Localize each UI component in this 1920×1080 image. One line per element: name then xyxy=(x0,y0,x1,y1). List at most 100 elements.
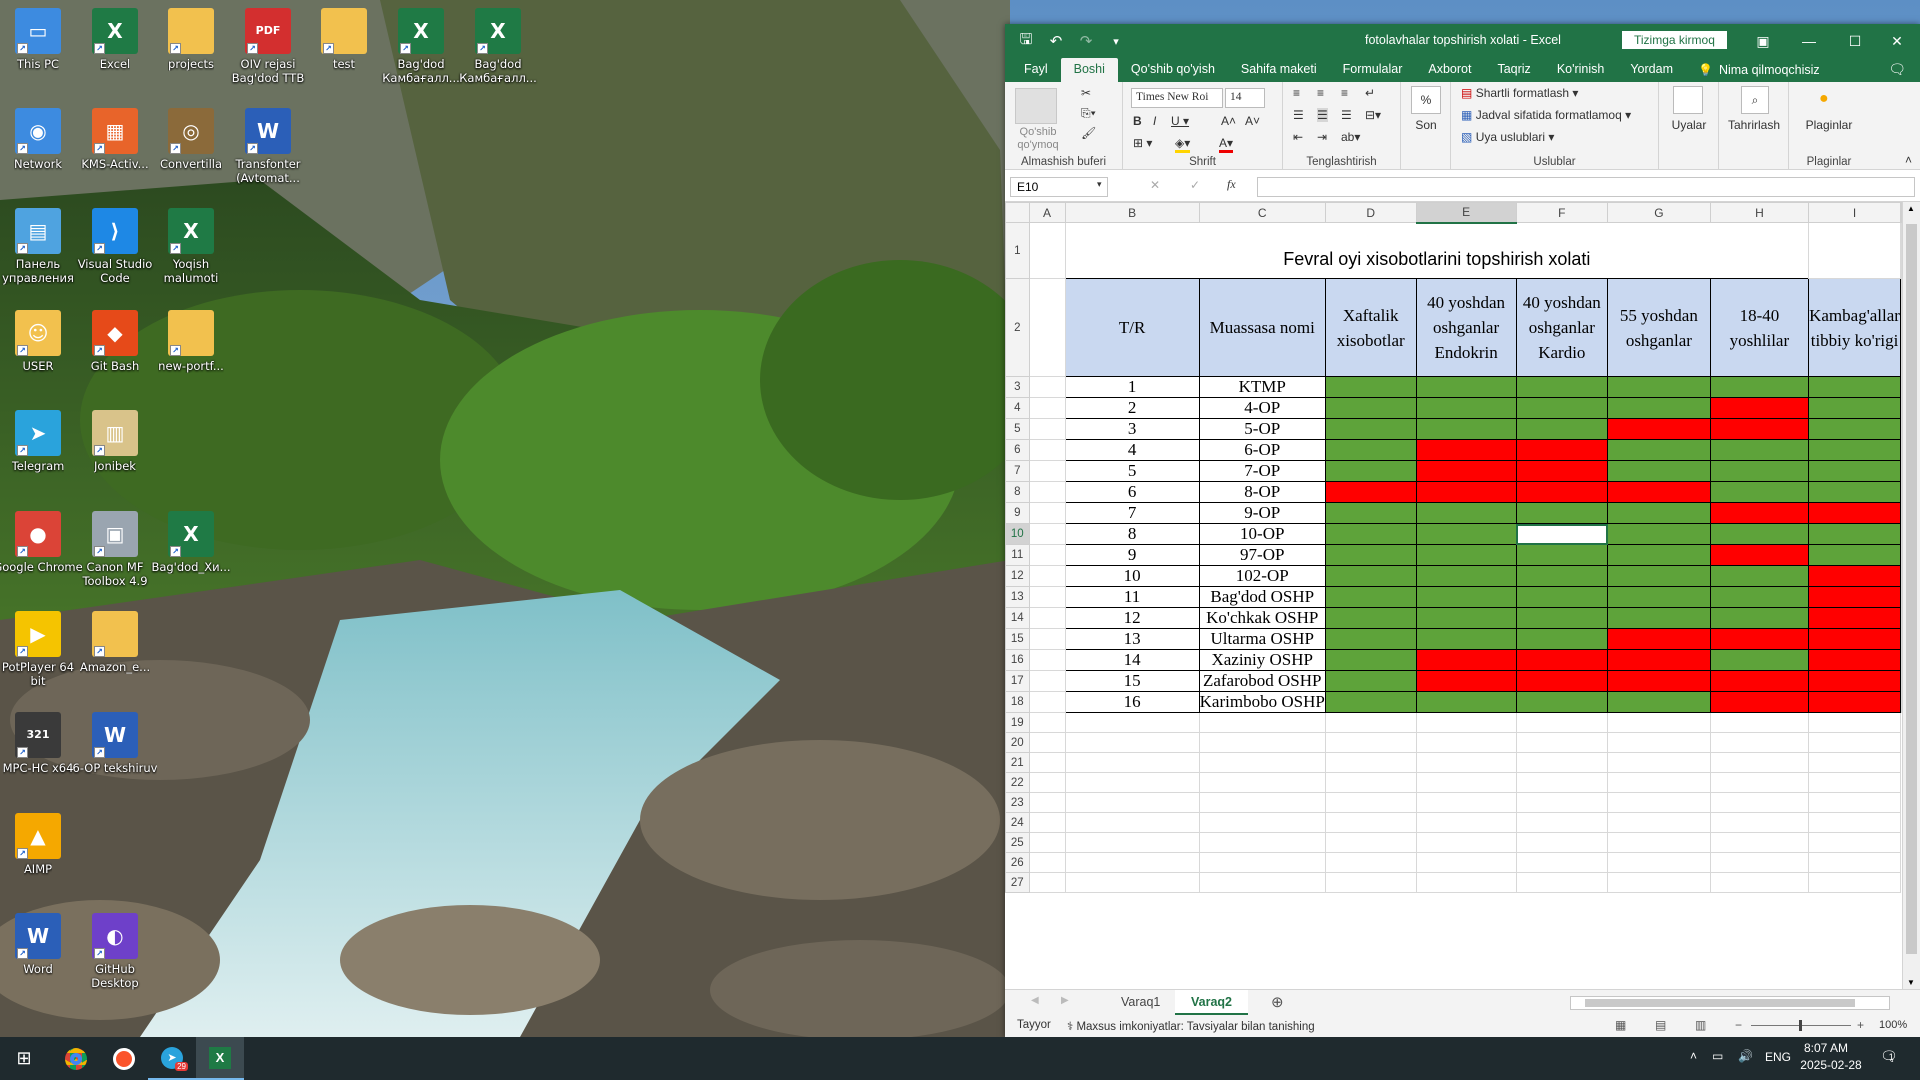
cell[interactable] xyxy=(1028,544,1066,566)
worksheet-grid[interactable]: A B C D E F G H I 1 Fevral oyi xisobotlarini topsh… xyxy=(1005,202,1902,989)
status-cell-submitted[interactable] xyxy=(1709,481,1810,503)
align-left-icon[interactable]: ☰ xyxy=(1293,108,1304,122)
cell[interactable] xyxy=(1607,792,1711,813)
status-cell-missing[interactable] xyxy=(1415,460,1517,482)
cell[interactable] xyxy=(1028,670,1066,692)
clock-time[interactable]: 8:07 AM xyxy=(1796,1041,1856,1055)
prev-sheet-icon[interactable]: ◀ xyxy=(1031,995,1039,1006)
cell[interactable] xyxy=(1324,792,1417,813)
cell[interactable] xyxy=(1064,792,1200,813)
cell[interactable] xyxy=(1324,872,1417,893)
cell[interactable] xyxy=(1607,852,1711,873)
cell[interactable] xyxy=(1028,712,1066,733)
cell[interactable] xyxy=(1709,812,1810,833)
show-hidden-icons[interactable]: ˄ xyxy=(1690,1049,1697,1063)
row-header[interactable]: 4 xyxy=(1005,397,1030,419)
cell[interactable] xyxy=(1028,397,1066,419)
cell[interactable] xyxy=(1028,772,1066,793)
copy-icon[interactable]: ⎘▾ xyxy=(1081,106,1096,121)
decrease-font-icon[interactable]: A˅ xyxy=(1245,114,1260,128)
cell[interactable] xyxy=(1028,691,1066,713)
redo-icon[interactable]: ↷ xyxy=(1073,32,1099,50)
cell[interactable] xyxy=(1415,712,1517,733)
cell[interactable] xyxy=(1709,732,1810,753)
sheet-tab-varaq2[interactable]: Varaq2 xyxy=(1175,990,1249,1015)
align-right-icon[interactable]: ☰ xyxy=(1341,108,1352,122)
cell[interactable] xyxy=(1709,832,1810,853)
status-cell-missing[interactable] xyxy=(1709,544,1810,566)
column-header[interactable]: A xyxy=(1028,202,1066,223)
underline-icon[interactable]: U ▾ xyxy=(1171,114,1189,128)
cell[interactable] xyxy=(1198,832,1326,853)
zoom-in-icon[interactable]: + xyxy=(1857,1018,1864,1032)
status-cell-missing[interactable] xyxy=(1515,670,1609,692)
vertical-scrollbar[interactable]: ▲ ▼ xyxy=(1902,202,1920,989)
cell[interactable] xyxy=(1515,752,1609,773)
selected-cell[interactable] xyxy=(1515,523,1609,545)
desktop-icon[interactable]: X ↗ Bag'dod_Xи... xyxy=(145,511,237,574)
status-cell-submitted[interactable] xyxy=(1515,565,1609,587)
cell[interactable] xyxy=(1064,772,1200,793)
cell[interactable] xyxy=(1064,812,1200,833)
cell[interactable] xyxy=(1808,732,1901,753)
cell[interactable] xyxy=(1064,752,1200,773)
zoom-level[interactable]: 100% xyxy=(1879,1019,1907,1031)
cell[interactable] xyxy=(1415,732,1517,753)
column-header[interactable]: F xyxy=(1515,202,1609,223)
desktop-icon[interactable]: W ↗ 6-OP tekshiruv xyxy=(69,712,161,775)
cell[interactable] xyxy=(1808,792,1901,813)
row-header[interactable]: 6 xyxy=(1005,439,1030,461)
paste-button[interactable]: Qo'shib qo'ymoq xyxy=(1009,126,1067,152)
status-cell-missing[interactable] xyxy=(1709,418,1810,440)
clock-date[interactable]: 2025-02-28 xyxy=(1796,1058,1866,1072)
status-cell-submitted[interactable] xyxy=(1808,460,1901,482)
status-cell-submitted[interactable] xyxy=(1324,607,1417,629)
row-header[interactable]: 3 xyxy=(1005,376,1030,398)
cell-styles-button[interactable]: ▧ Uya uslublari ▾ xyxy=(1461,130,1554,144)
cell[interactable] xyxy=(1198,772,1326,793)
ribbon-tab[interactable]: Qo'shib qo'yish xyxy=(1118,58,1228,82)
status-cell-missing[interactable] xyxy=(1607,628,1711,650)
status-cell-submitted[interactable] xyxy=(1607,376,1711,398)
cell[interactable] xyxy=(1028,565,1066,587)
status-cell-submitted[interactable] xyxy=(1607,691,1711,713)
status-cell-submitted[interactable] xyxy=(1709,376,1810,398)
cell[interactable] xyxy=(1028,481,1066,503)
status-cell-submitted[interactable] xyxy=(1515,628,1609,650)
status-cell-submitted[interactable] xyxy=(1607,523,1711,545)
formula-input[interactable] xyxy=(1257,177,1915,197)
cell[interactable] xyxy=(1515,732,1609,753)
cell[interactable] xyxy=(1198,712,1326,733)
cell[interactable] xyxy=(1324,772,1417,793)
status-cell-submitted[interactable] xyxy=(1515,691,1609,713)
status-cell-submitted[interactable] xyxy=(1607,565,1711,587)
bold-icon[interactable]: B xyxy=(1133,114,1142,128)
status-cell-submitted[interactable] xyxy=(1709,460,1810,482)
status-cell-missing[interactable] xyxy=(1808,628,1901,650)
row-header[interactable]: 27 xyxy=(1005,872,1030,893)
cell[interactable] xyxy=(1064,732,1200,753)
editing-button[interactable]: Tahrirlash xyxy=(1719,118,1789,132)
status-cell-submitted[interactable] xyxy=(1415,523,1517,545)
italic-icon[interactable]: I xyxy=(1153,114,1156,128)
cell[interactable] xyxy=(1415,752,1517,773)
row-header[interactable]: 22 xyxy=(1005,772,1030,793)
cell[interactable] xyxy=(1028,586,1066,608)
cell[interactable] xyxy=(1515,872,1609,893)
cell[interactable] xyxy=(1028,649,1066,671)
cell[interactable] xyxy=(1709,712,1810,733)
status-cell-missing[interactable] xyxy=(1515,439,1609,461)
status-cell-submitted[interactable] xyxy=(1709,523,1810,545)
cell[interactable] xyxy=(1028,278,1066,377)
number-format-button[interactable]: Son xyxy=(1401,118,1451,132)
row-header[interactable]: 24 xyxy=(1005,812,1030,833)
status-cell-submitted[interactable] xyxy=(1324,670,1417,692)
status-cell-missing[interactable] xyxy=(1709,628,1810,650)
cell[interactable] xyxy=(1198,792,1326,813)
accessibility-button[interactable]: ⚕ Maxsus imkoniyatlar: Tavsiyalar bilan … xyxy=(1067,1019,1315,1033)
cell[interactable] xyxy=(1064,712,1200,733)
cell[interactable] xyxy=(1415,832,1517,853)
scroll-thumb[interactable] xyxy=(1906,224,1917,954)
status-cell-submitted[interactable] xyxy=(1607,586,1711,608)
undo-icon[interactable]: ↶ xyxy=(1043,32,1069,50)
